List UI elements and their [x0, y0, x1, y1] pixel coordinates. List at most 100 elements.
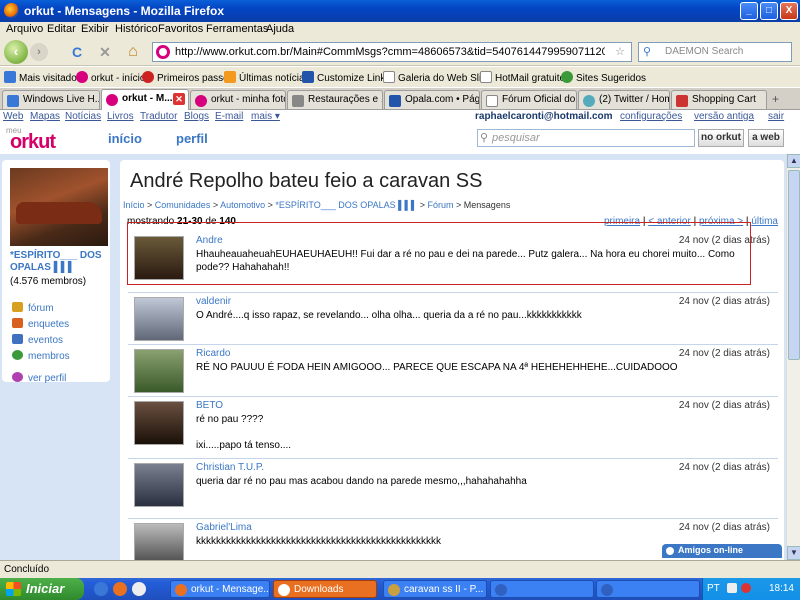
scroll-up-icon[interactable]: ▲ [787, 154, 800, 168]
bookmark-item[interactable]: orkut - início [76, 71, 145, 84]
members-icon [12, 350, 23, 360]
menu-favoritos[interactable]: Favoritos [158, 23, 203, 35]
address-bar[interactable]: http://www.orkut.com.br/Main#CommMsgs?cm… [152, 42, 632, 62]
tab-opala[interactable]: Opala.com • Pág... [384, 90, 480, 109]
link-tradutor[interactable]: Tradutor [140, 111, 177, 122]
task-downloads[interactable]: Downloads [273, 580, 377, 598]
reload-button[interactable]: C [66, 41, 88, 63]
sidebar-item-eventos[interactable]: eventos [12, 334, 63, 346]
task-caravan[interactable]: caravan ss II - P... [383, 580, 487, 598]
close-tab-icon[interactable]: ✕ [173, 93, 185, 105]
link-versao-antiga[interactable]: versão antiga [694, 111, 754, 122]
page-icon [292, 95, 304, 107]
sidebar-item-forum[interactable]: fórum [12, 302, 54, 314]
stop-button[interactable]: ✕ [94, 41, 116, 63]
menu-ferramentas[interactable]: Ferramentas [206, 23, 268, 35]
sidebar-item-membros[interactable]: membros [12, 350, 70, 362]
menu-exibir[interactable]: Exibir [81, 23, 109, 35]
link-blogs[interactable]: Blogs [184, 111, 209, 122]
message-author[interactable]: BETO [196, 400, 223, 411]
message-author[interactable]: Christian T.U.P. [196, 462, 264, 473]
menu-editar[interactable]: Editar [47, 23, 76, 35]
ie-icon[interactable] [94, 582, 108, 596]
scroll-down-icon[interactable]: ▼ [787, 546, 800, 560]
bookmark-star-icon[interactable]: ☆ [615, 45, 625, 58]
home-button[interactable]: ⌂ [122, 41, 144, 63]
message-item: valdenir 24 nov (2 dias atrás) O André..… [128, 292, 778, 344]
search-box[interactable]: ⚲ DAEMON Search [638, 42, 792, 62]
link-configuracoes[interactable]: configurações [620, 111, 682, 122]
task-window[interactable] [596, 580, 700, 598]
avatar[interactable] [134, 349, 184, 393]
page-last-link[interactable]: última [751, 216, 778, 227]
nav-perfil[interactable]: perfil [176, 131, 208, 146]
breadcrumb-comunidades[interactable]: Comunidades [155, 200, 211, 210]
breadcrumb-automotivo[interactable]: Automotivo [220, 200, 265, 210]
message-author[interactable]: valdenir [196, 296, 231, 307]
bookmark-item[interactable]: Galeria do Web Slice [383, 71, 492, 84]
community-members: (4.576 membros) [10, 276, 87, 287]
link-sair[interactable]: sair [768, 111, 784, 122]
view-profile-link[interactable]: ver perfil [12, 372, 66, 384]
link-mapas[interactable]: Mapas [30, 111, 60, 122]
bookmark-item[interactable]: Mais visitados [4, 71, 82, 84]
back-button[interactable]: ‹ [4, 40, 28, 64]
message-author[interactable]: Gabriel'Lima [196, 522, 252, 533]
minimize-button[interactable]: _ [740, 2, 758, 20]
tab-restauracoes[interactable]: Restaurações e ... [287, 90, 383, 109]
breadcrumb-inicio[interactable]: Início [123, 200, 145, 210]
community-photo[interactable] [10, 168, 108, 246]
link-mais[interactable]: mais ▾ [251, 111, 280, 122]
avatar[interactable] [134, 401, 184, 445]
tab-twitter[interactable]: (2) Twitter / Home [578, 90, 670, 109]
start-button[interactable]: Iniciar [0, 578, 84, 600]
menu-arquivo[interactable]: Arquivo [6, 23, 43, 35]
nav-inicio[interactable]: início [108, 131, 142, 146]
tab-forum-oficial[interactable]: Fórum Oficial do ... [481, 90, 577, 109]
language-indicator[interactable]: PT [707, 583, 720, 594]
search-engine-icon[interactable]: ⚲ [643, 45, 651, 58]
orkut-logo[interactable]: meu orkut [6, 126, 76, 153]
link-livros[interactable]: Livros [107, 111, 134, 122]
close-button[interactable]: X [780, 2, 798, 20]
menu-ajuda[interactable]: Ajuda [266, 23, 294, 35]
bookmark-item[interactable]: Primeiros passos [142, 71, 234, 84]
message-item: Ricardo 24 nov (2 dias atrás) RÉ NO PAUU… [128, 344, 778, 396]
tray-icon[interactable] [727, 583, 737, 593]
show-desktop-icon[interactable] [132, 582, 146, 596]
breadcrumb-community[interactable]: *ESPÍRITO___ DOS OPALAS ▌▌▌ [275, 200, 417, 210]
task-window[interactable] [490, 580, 594, 598]
sidebar-item-enquetes[interactable]: enquetes [12, 318, 69, 330]
maximize-button[interactable]: □ [760, 2, 778, 20]
message-item: Christian T.U.P. 24 nov (2 dias atrás) q… [128, 458, 778, 518]
search-orkut-button[interactable]: no orkut [698, 129, 744, 147]
link-noticias[interactable]: Notícias [65, 111, 101, 122]
message-author[interactable]: Ricardo [196, 348, 230, 359]
menu-historico[interactable]: Histórico [115, 23, 158, 35]
tab-orkut-minha-foto[interactable]: orkut - minha foto [190, 90, 286, 109]
tab-shopping-cart[interactable]: Shopping Cart [671, 90, 767, 109]
vertical-scrollbar[interactable]: ▲ ▼ [786, 154, 800, 560]
orkut-search-input[interactable]: ⚲ pesquisar [477, 129, 695, 147]
avatar[interactable] [134, 523, 184, 560]
tab-orkut-mensagens[interactable]: orkut - M... ✕ [101, 89, 189, 110]
bookmark-item[interactable]: Customize Links [302, 71, 390, 84]
forward-button[interactable]: › [30, 43, 48, 61]
community-name[interactable]: *ESPÍRITO___ DOS OPALAS ▌▌▌ [10, 250, 108, 274]
avatar[interactable] [134, 463, 184, 507]
tray-icon[interactable] [741, 583, 751, 593]
bookmark-item[interactable]: Sites Sugeridos [561, 71, 646, 84]
link-web[interactable]: Web [3, 111, 23, 122]
scroll-thumb[interactable] [788, 170, 800, 360]
link-email[interactable]: E-mail [215, 111, 243, 122]
avatar[interactable] [134, 297, 184, 341]
breadcrumb-forum[interactable]: Fórum [428, 200, 454, 210]
friends-online-bar[interactable]: Amigos on-line [662, 544, 782, 558]
search-web-button[interactable]: a web [748, 129, 784, 147]
new-tab-icon[interactable]: + [772, 92, 779, 106]
tab-windows-live[interactable]: Windows Live H... [2, 90, 100, 109]
bookmark-item[interactable]: Últimas notícias [224, 71, 310, 84]
firefox-icon[interactable] [113, 582, 127, 596]
bookmark-item[interactable]: HotMail gratuito [480, 71, 565, 84]
task-orkut[interactable]: orkut - Mensage... [170, 580, 270, 598]
